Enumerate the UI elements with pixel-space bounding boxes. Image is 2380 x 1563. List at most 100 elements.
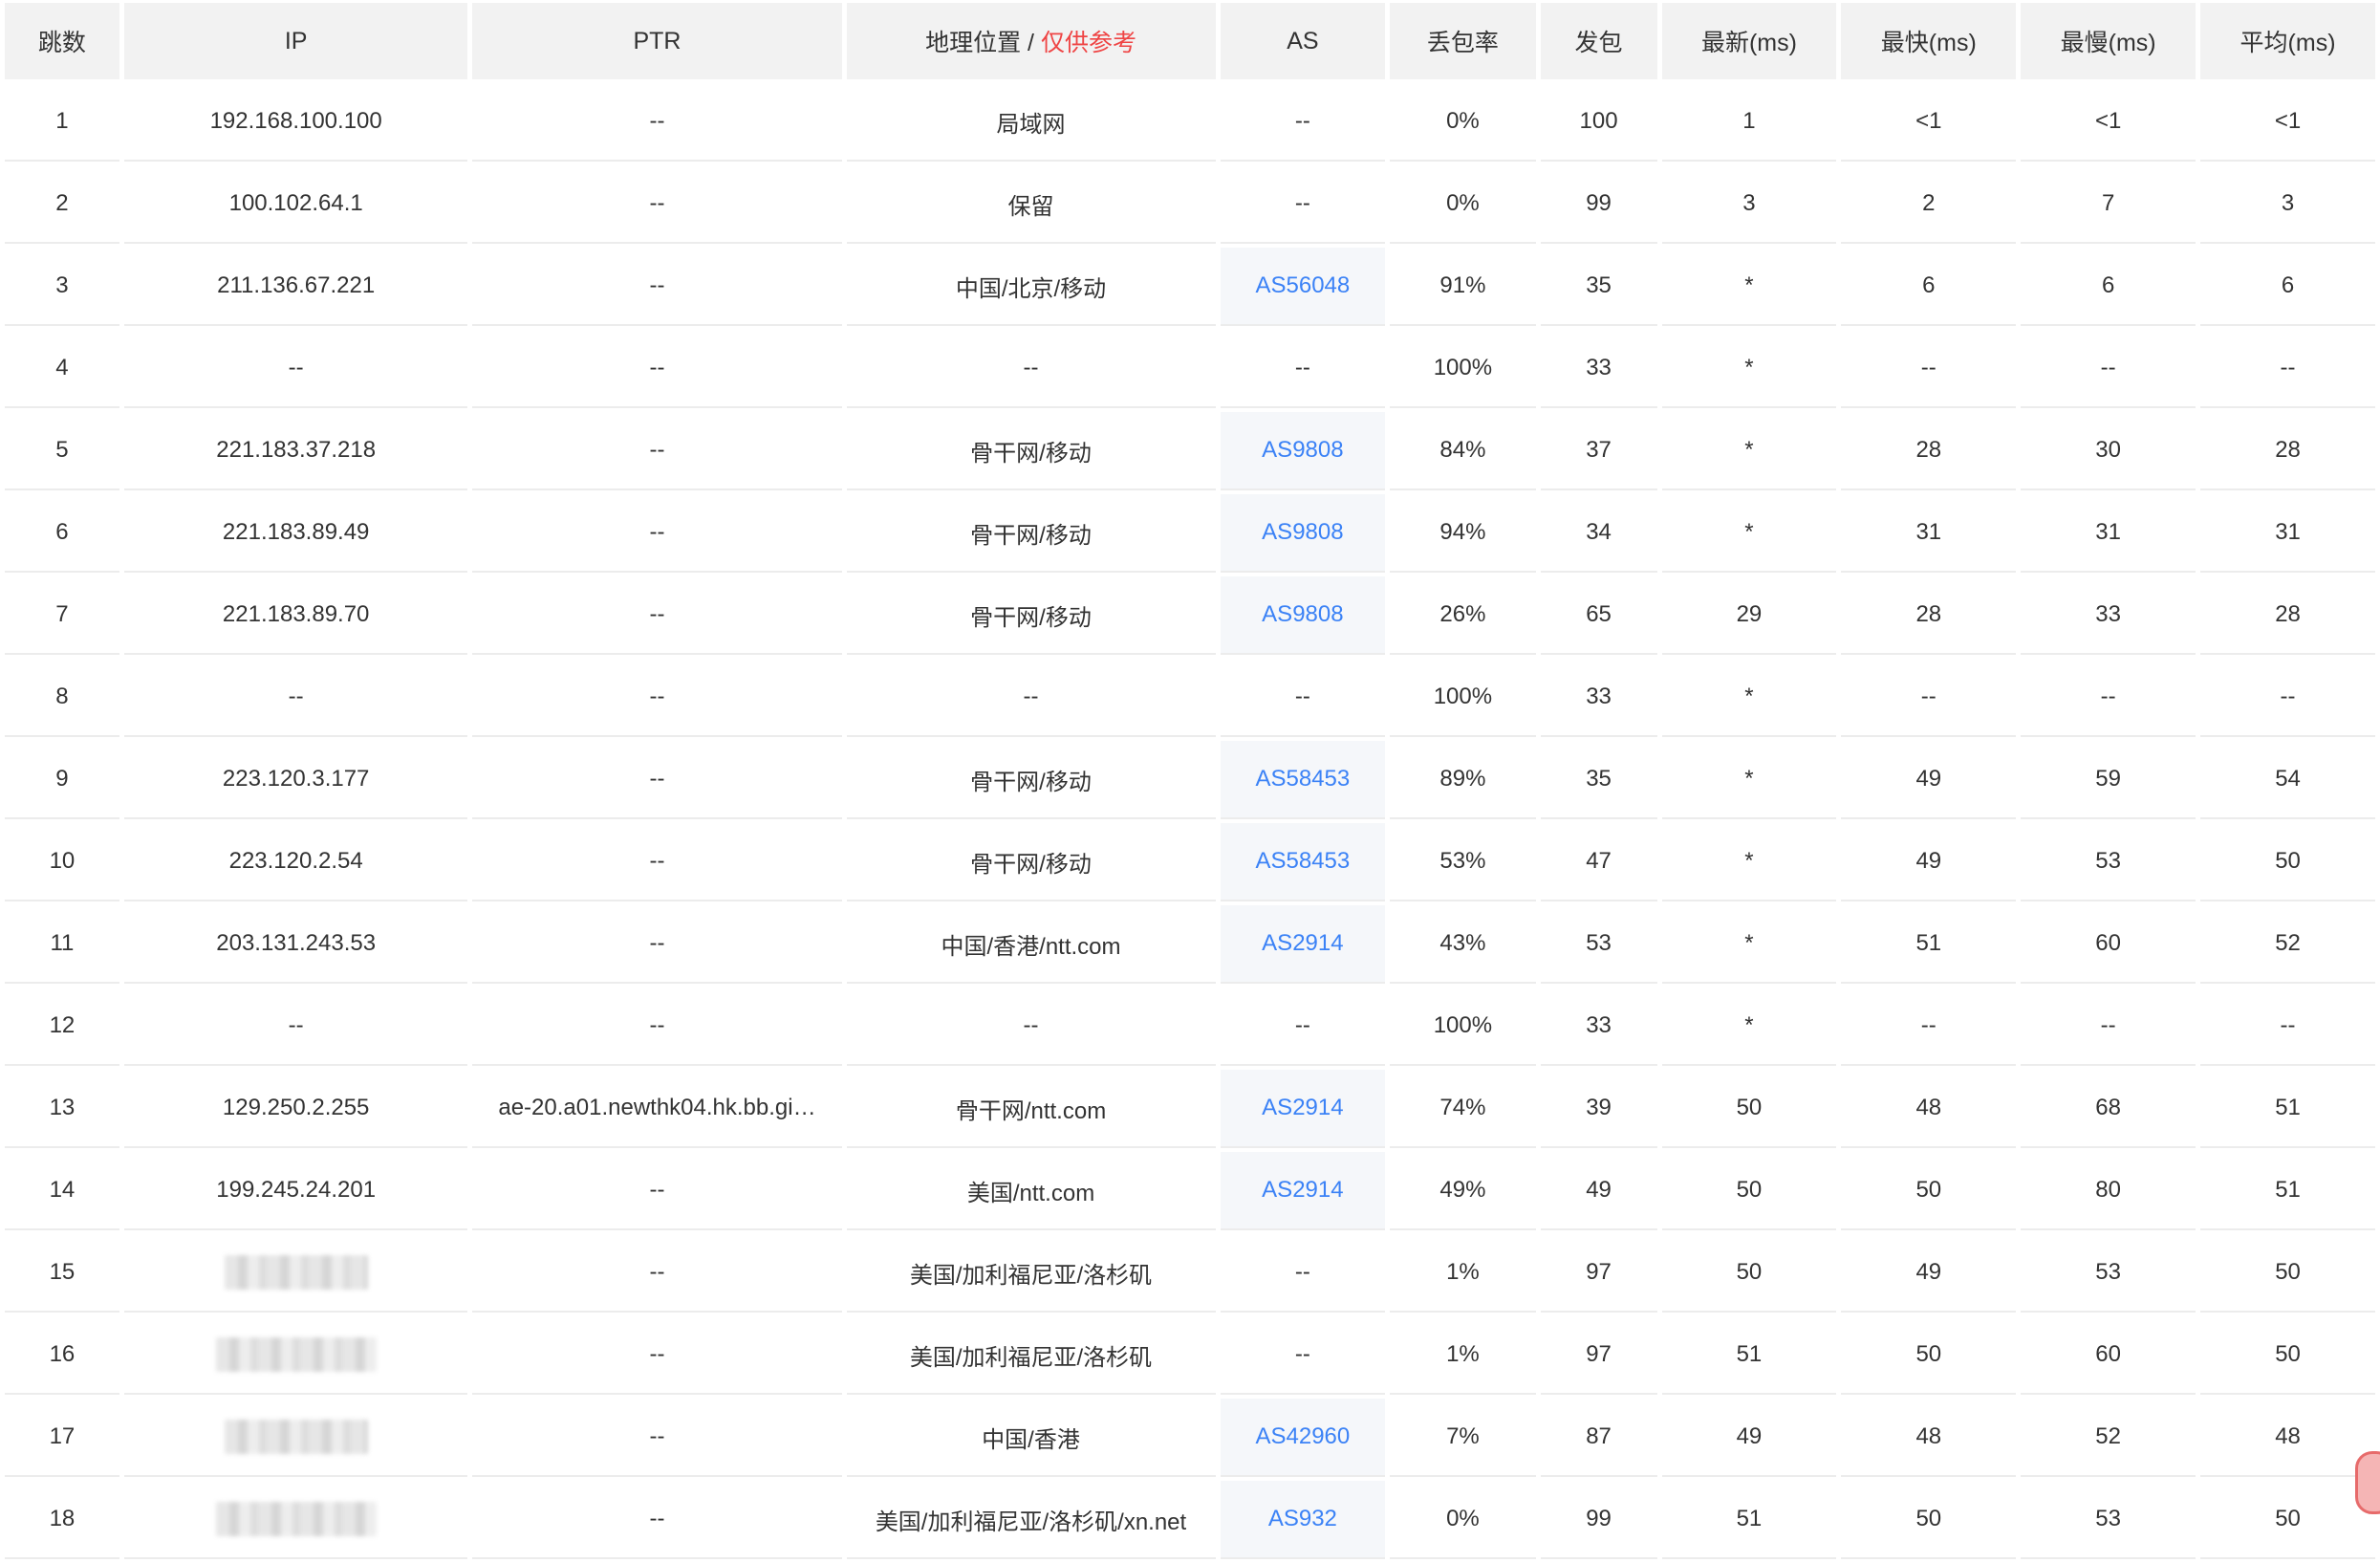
table-row: 12 -- -- -- -- 100% 33 * -- -- -- [5,988,2375,1066]
cell-worst: 68 [2021,1070,2196,1148]
cell-avg: 48 [2200,1399,2375,1477]
cell-as: AS2914 [1220,1152,1386,1230]
header-geo: 地理位置 / 仅供参考 [846,3,1216,79]
cell-worst: 52 [2021,1399,2196,1477]
as-link[interactable]: AS58453 [1255,766,1350,792]
cell-as: AS56048 [1220,248,1386,326]
as-link[interactable]: AS2914 [1262,930,1343,956]
cell-as: -- [1220,1316,1386,1395]
cell-as: -- [1220,988,1386,1066]
cell-last: 29 [1661,576,1837,655]
cell-best: 6 [1841,248,2017,326]
table-row: 2 100.102.64.1 -- 保留 -- 0% 99 3 2 7 3 [5,165,2375,244]
cell-sent: 37 [1540,412,1657,490]
cell-worst: 59 [2021,741,2196,819]
cell-ip: 203.131.243.53 [123,905,468,984]
cell-sent: 34 [1540,494,1657,573]
cell-ip: -- [123,330,468,408]
cell-sent: 65 [1540,576,1657,655]
cell-geo: 美国/加利福尼亚/洛杉矶 [846,1234,1216,1313]
as-link[interactable]: AS56048 [1255,272,1350,298]
table-row: 18 -- 美国/加利福尼亚/洛杉矶/xn.net AS932 0% 99 51 50 53 50 [5,1481,2375,1559]
as-link[interactable]: AS42960 [1255,1423,1350,1449]
cell-ptr: -- [472,1316,842,1395]
table-row: 6 221.183.89.49 -- 骨干网/移动 AS9808 94% 34 * 31 31 31 [5,494,2375,573]
cell-ip: 221.183.89.49 [123,494,468,573]
cell-geo: 中国/香港 [846,1399,1216,1477]
cell-ip: 211.136.67.221 [123,248,468,326]
cell-loss: 53% [1390,823,1536,901]
traceroute-table: 跳数 IP PTR 地理位置 / 仅供参考 AS 丢包率 发包 最新(ms) 最… [0,0,2380,1563]
cell-ip: 129.250.2.255 [123,1070,468,1148]
cell-ip: 221.183.37.218 [123,412,468,490]
cell-best: 50 [1841,1152,2017,1230]
cell-ptr: -- [472,823,842,901]
as-link[interactable]: AS9808 [1262,519,1343,545]
as-link[interactable]: AS9808 [1262,601,1343,627]
cell-avg: 28 [2200,412,2375,490]
cell-worst: 53 [2021,1234,2196,1313]
header-ip: IP [123,3,468,79]
as-link[interactable]: AS2914 [1262,1095,1343,1120]
header-worst: 最慢(ms) [2021,3,2196,79]
cell-as: AS58453 [1220,741,1386,819]
table-row: 8 -- -- -- -- 100% 33 * -- -- -- [5,659,2375,737]
cell-geo: 骨干网/移动 [846,823,1216,901]
cell-geo: 保留 [846,165,1216,244]
cell-last: 51 [1661,1481,1837,1559]
cell-avg: 52 [2200,905,2375,984]
as-link[interactable]: AS58453 [1255,848,1350,874]
floating-widget-handle[interactable] [2355,1451,2380,1514]
table-row: 16 -- 美国/加利福尼亚/洛杉矶 -- 1% 97 51 50 60 50 [5,1316,2375,1395]
cell-as: -- [1220,330,1386,408]
as-link[interactable]: AS2914 [1262,1177,1343,1203]
cell-sent: 99 [1540,165,1657,244]
cell-loss: 49% [1390,1152,1536,1230]
cell-sent: 97 [1540,1234,1657,1313]
cell-hop: 10 [5,823,119,901]
cell-last: 50 [1661,1070,1837,1148]
cell-sent: 99 [1540,1481,1657,1559]
cell-loss: 1% [1390,1234,1536,1313]
cell-avg: 51 [2200,1070,2375,1148]
cell-avg: 51 [2200,1152,2375,1230]
cell-last: 50 [1661,1234,1837,1313]
cell-worst: 31 [2021,494,2196,573]
as-link[interactable]: AS9808 [1262,437,1343,463]
cell-hop: 16 [5,1316,119,1395]
header-row: 跳数 IP PTR 地理位置 / 仅供参考 AS 丢包率 发包 最新(ms) 最… [5,3,2375,79]
table-row: 14 199.245.24.201 -- 美国/ntt.com AS2914 49% 49 5… [5,1152,2375,1230]
cell-ip: 192.168.100.100 [123,83,468,162]
cell-ip: 100.102.64.1 [123,165,468,244]
cell-geo: 局域网 [846,83,1216,162]
cell-worst: 53 [2021,823,2196,901]
cell-loss: 0% [1390,1481,1536,1559]
header-loss: 丢包率 [1390,3,1536,79]
cell-as: AS9808 [1220,412,1386,490]
table-body: 1 192.168.100.100 -- 局域网 -- 0% 100 1 <1 <1 <1 2 100.… [5,83,2375,1559]
cell-ptr: -- [472,165,842,244]
cell-ptr: -- [472,905,842,984]
cell-ip: 221.183.89.70 [123,576,468,655]
cell-loss: 43% [1390,905,1536,984]
cell-best: -- [1841,988,2017,1066]
header-best: 最快(ms) [1841,3,2017,79]
cell-worst: -- [2021,330,2196,408]
cell-sent: 35 [1540,741,1657,819]
cell-as: AS42960 [1220,1399,1386,1477]
cell-hop: 12 [5,988,119,1066]
cell-geo: 骨干网/移动 [846,576,1216,655]
cell-last: * [1661,823,1837,901]
header-hop: 跳数 [5,3,119,79]
cell-hop: 8 [5,659,119,737]
cell-last: 51 [1661,1316,1837,1395]
cell-hop: 1 [5,83,119,162]
cell-geo: 中国/香港/ntt.com [846,905,1216,984]
cell-hop: 15 [5,1234,119,1313]
cell-geo: -- [846,330,1216,408]
table-row: 5 221.183.37.218 -- 骨干网/移动 AS9808 84% 37 * 28 30 2… [5,412,2375,490]
cell-sent: 100 [1540,83,1657,162]
cell-ip [123,1481,468,1559]
cell-last: * [1661,988,1837,1066]
cell-best: 28 [1841,576,2017,655]
